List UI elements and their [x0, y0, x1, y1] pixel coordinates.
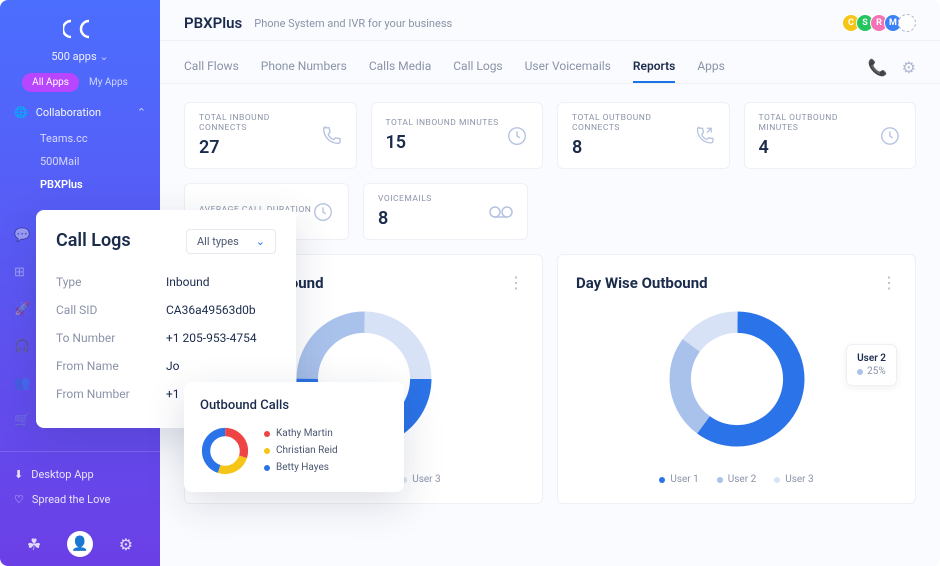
tab-phone-numbers[interactable]: Phone Numbers: [261, 51, 347, 83]
legend-outbound: User 1 User 2 User 3: [576, 474, 897, 485]
grid-icon[interactable]: ⊞: [14, 265, 30, 280]
header: PBXPlus Phone System and IVR for your bu…: [160, 0, 940, 41]
clock-icon: [879, 125, 901, 147]
metric-outbound-connects: Total Outbound Connects8: [557, 102, 730, 169]
donut-outbound-small: [200, 426, 250, 476]
settings-icon[interactable]: ⚙: [902, 58, 916, 77]
user-badges: C S R M: [846, 14, 916, 32]
chart-menu-icon[interactable]: ⋮: [881, 273, 897, 292]
rocket-icon[interactable]: 🚀: [14, 302, 30, 317]
apps-count[interactable]: 500 apps ⌄: [0, 50, 160, 63]
app-subtitle: Phone System and IVR for your business: [254, 17, 452, 30]
sidebar-item-spread-love[interactable]: ♡Spread the Love: [14, 487, 146, 512]
sidebar-item-pbxplus[interactable]: PBXPlus: [40, 173, 146, 196]
cart-icon[interactable]: 🛒: [14, 413, 30, 428]
row-to-number: To Number+1 205-953-4754: [56, 324, 276, 352]
infinity-logo-icon: [63, 18, 97, 40]
chart-menu-icon[interactable]: ⋮: [508, 273, 524, 292]
ob-item-betty: Betty Hayes: [264, 459, 338, 476]
heart-icon: ♡: [14, 493, 24, 506]
tab-calls-media[interactable]: Calls Media: [369, 51, 431, 83]
chat-icon[interactable]: 💬: [14, 228, 30, 243]
phone-icon: [320, 125, 342, 147]
download-icon: ⬇: [14, 468, 23, 481]
ob-item-christian: Christian Reid: [264, 442, 338, 459]
phone-icon[interactable]: 📞: [868, 58, 888, 77]
metric-voicemails: Voicemails8: [363, 183, 528, 240]
globe-icon: 🌐: [14, 106, 28, 119]
sidebar-item-teams[interactable]: Teams.cc: [40, 127, 146, 150]
metric-inbound-minutes: Total Inbound Minutes15: [371, 102, 544, 169]
metric-outbound-minutes: Total Outbound Minutes4: [744, 102, 917, 169]
headset-icon[interactable]: 🎧: [14, 339, 30, 354]
tooltip-outbound: User 2 25%: [846, 344, 897, 386]
ob-item-kathy: Kathy Martin: [264, 425, 338, 442]
row-type: TypeInbound: [56, 268, 276, 296]
tab-call-flows[interactable]: Call Flows: [184, 51, 239, 83]
overlay-outbound-calls: Outbound Calls Kathy Martin Christian Re…: [184, 382, 404, 492]
people-icon[interactable]: 👥: [14, 376, 30, 391]
metric-inbound-connects: Total Inbound Connects27: [184, 102, 357, 169]
phone-out-icon: [694, 125, 715, 147]
sidebar-item-desktop-app[interactable]: ⬇Desktop App: [14, 462, 146, 487]
clock-icon: [506, 125, 528, 147]
app-title: PBXPlus: [184, 14, 242, 32]
tab-call-logs[interactable]: Call Logs: [453, 51, 502, 83]
leaf-icon[interactable]: ☘: [27, 535, 41, 554]
outbound-calls-title: Outbound Calls: [200, 398, 388, 413]
sidebar-footer: ☘ 👤 ⚙: [0, 522, 160, 566]
logo: [0, 18, 160, 44]
gear-icon[interactable]: ⚙: [119, 535, 133, 554]
row-call-sid: Call SIDCA36a49563d0b: [56, 296, 276, 324]
my-apps-pill[interactable]: My Apps: [79, 73, 138, 92]
user-avatar[interactable]: 👤: [67, 531, 93, 557]
add-badge-button[interactable]: [898, 14, 916, 32]
chevron-down-icon: ⌄: [256, 235, 265, 248]
tab-apps[interactable]: Apps: [697, 51, 725, 83]
tab-user-voicemails[interactable]: User Voicemails: [525, 51, 611, 83]
sidebar-item-500mail[interactable]: 500Mail: [40, 150, 146, 173]
clock-icon: [312, 201, 334, 223]
sidebar-collapsed-icons: 💬 ⊞ 🚀 🎧 👥 🛒: [14, 228, 30, 428]
tabs: Call Flows Phone Numbers Calls Media Cal…: [160, 41, 940, 84]
tab-reports[interactable]: Reports: [633, 51, 675, 83]
chevron-up-icon: ⌃: [137, 106, 146, 119]
row-from-name: From NameJo: [56, 352, 276, 380]
call-logs-filter[interactable]: All types ⌄: [186, 229, 276, 254]
app-toggle: All Apps My Apps: [14, 73, 146, 92]
all-apps-pill[interactable]: All Apps: [22, 73, 79, 92]
chart-outbound: Day Wise Outbound ⋮ User 2 25% User 1: [557, 254, 916, 504]
sidebar-section-collaboration[interactable]: 🌐 Collaboration ⌃: [14, 106, 146, 119]
chart-outbound-title: Day Wise Outbound: [576, 274, 708, 292]
voicemail-icon: [489, 205, 513, 219]
donut-outbound: [662, 304, 812, 454]
